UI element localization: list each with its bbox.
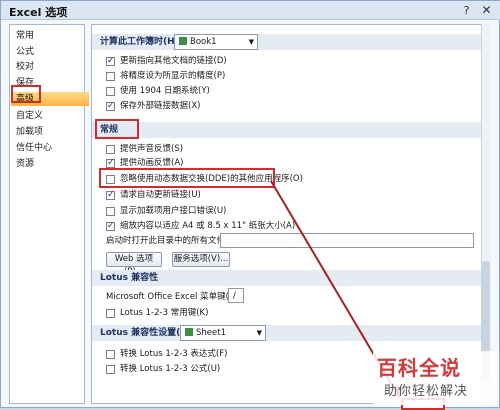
watermark-subtitle: 助你轻松解决 (384, 384, 469, 399)
annotation-arrow (270, 180, 403, 399)
watermark-title: 百科全说 (377, 356, 461, 380)
excel-options-dialog: Excel 选项 ? ✕ 常用 公式 校对 保存 高级 自定义 加载项 信任中心… (0, 0, 500, 410)
